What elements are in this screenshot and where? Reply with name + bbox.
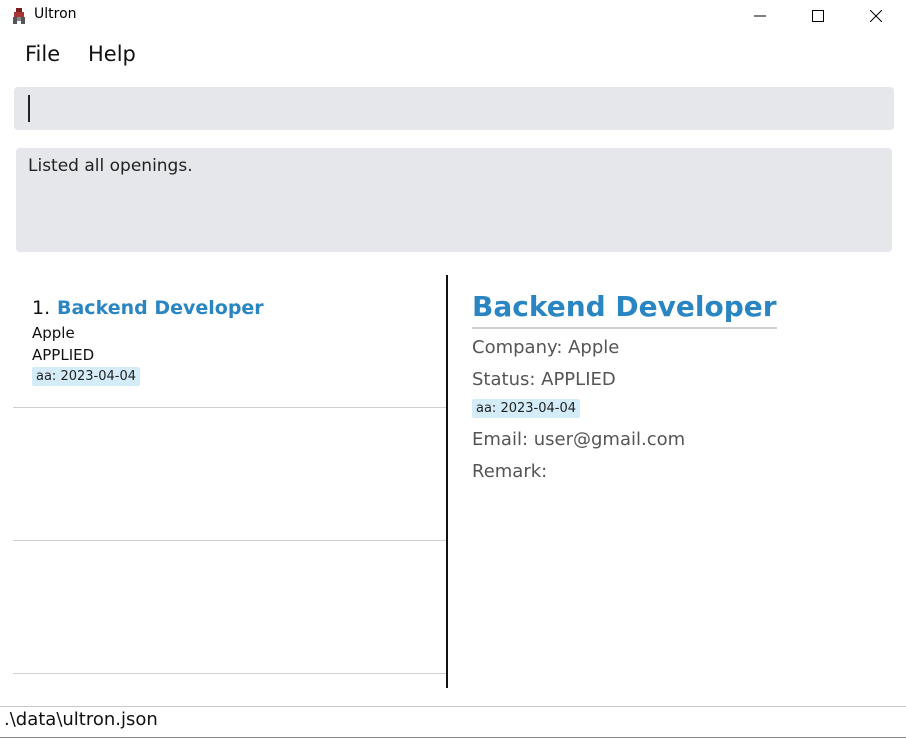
- window-title: Ultron: [34, 6, 77, 22]
- result-text: Listed all openings.: [28, 156, 193, 176]
- card-status: APPLIED: [32, 346, 95, 364]
- list-item-empty: [13, 541, 446, 674]
- maximize-icon: [812, 10, 824, 22]
- file-path: .\data\ultron.json: [4, 709, 158, 730]
- menu-file[interactable]: File: [25, 42, 60, 66]
- status-bar: .\data\ultron.json: [0, 706, 906, 738]
- minimize-icon: [754, 15, 766, 17]
- list-item[interactable]: 1. Backend Developer Apple APPLIED aa: 2…: [13, 275, 446, 408]
- title-bar: Ultron: [0, 0, 906, 32]
- detail-tag: aa: 2023-04-04: [472, 399, 580, 418]
- text-caret: [28, 95, 30, 122]
- detail-email: Email: user@gmail.com: [472, 429, 686, 450]
- opening-list[interactable]: 1. Backend Developer Apple APPLIED aa: 2…: [13, 275, 446, 688]
- card-index: 1.: [32, 297, 51, 319]
- detail-panel: Backend Developer Company: Apple Status:…: [448, 275, 906, 688]
- command-input[interactable]: [14, 87, 894, 130]
- close-icon: [870, 10, 882, 22]
- list-item-empty: [13, 408, 446, 541]
- detail-status: Status: APPLIED: [472, 369, 616, 390]
- command-box: [14, 87, 894, 130]
- app-icon: [13, 8, 25, 24]
- detail-company: Company: Apple: [472, 337, 620, 358]
- menu-bar: File Help: [0, 40, 906, 74]
- detail-remark: Remark:: [472, 461, 548, 482]
- result-display: Listed all openings.: [16, 148, 892, 252]
- detail-title: Backend Developer: [472, 290, 777, 329]
- menu-help[interactable]: Help: [88, 42, 136, 66]
- maximize-button[interactable]: [795, 0, 841, 32]
- minimize-button[interactable]: [737, 0, 783, 32]
- card-tag: aa: 2023-04-04: [32, 367, 140, 386]
- card-title: Backend Developer: [57, 297, 264, 319]
- card-company: Apple: [32, 324, 75, 342]
- close-button[interactable]: [853, 0, 899, 32]
